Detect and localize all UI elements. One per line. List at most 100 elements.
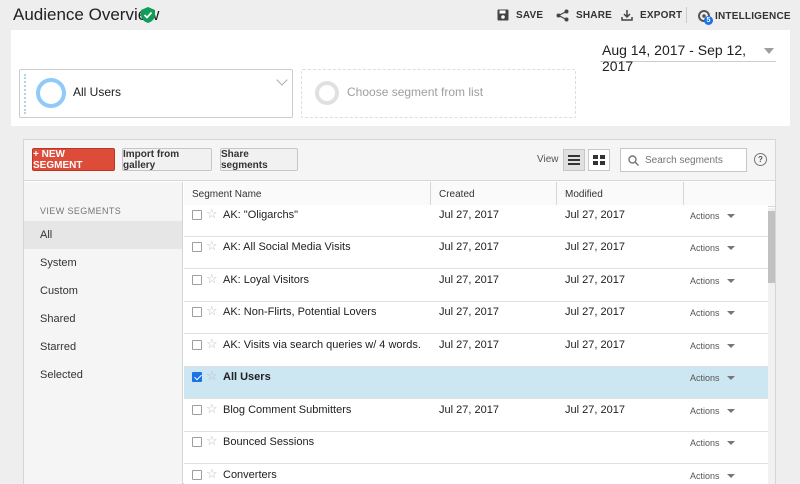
actions-label: Actions [690, 406, 720, 416]
column-header-created[interactable]: Created [439, 189, 475, 200]
list-view-button[interactable] [563, 149, 585, 171]
sidebar-item-all[interactable]: All [24, 221, 182, 249]
share-button[interactable]: SHARE [556, 9, 612, 22]
scrollbar-thumb[interactable] [768, 211, 775, 283]
actions-dropdown[interactable]: Actions [690, 276, 735, 286]
save-icon [497, 9, 509, 21]
date-range-picker[interactable]: Aug 14, 2017 - Sep 12, 2017 [600, 40, 776, 74]
segment-table: Segment Name Created Modified ☆ AK: "Olig… [184, 182, 775, 484]
row-checkbox[interactable] [192, 437, 202, 447]
segment-name[interactable]: AK: Non-Flirts, Potential Lovers [223, 306, 376, 318]
share-icon [556, 9, 569, 22]
table-row[interactable]: ☆ Converters Actions [184, 465, 768, 484]
table-scrollbar[interactable] [768, 208, 775, 484]
segment-name[interactable]: AK: Visits via search queries w/ 4 words… [223, 339, 421, 351]
segment-name[interactable]: Blog Comment Submitters [223, 404, 351, 416]
star-icon[interactable]: ☆ [206, 467, 218, 481]
export-button[interactable]: EXPORT [621, 9, 682, 21]
table-row[interactable]: ☆ AK: "Oligarchs" Jul 27, 2017 Jul 27, 2017… [184, 205, 768, 237]
segment-placeholder-label: Choose segment from list [347, 85, 484, 99]
row-checkbox[interactable] [192, 307, 202, 317]
actions-dropdown[interactable]: Actions [690, 373, 735, 383]
column-header-modified[interactable]: Modified [565, 189, 603, 200]
star-icon[interactable]: ☆ [206, 337, 218, 351]
segment-name[interactable]: AK: "Oligarchs" [223, 209, 298, 221]
row-checkbox[interactable] [192, 242, 202, 252]
grid-view-button[interactable] [588, 149, 610, 171]
row-checkbox[interactable] [192, 470, 202, 480]
star-icon[interactable]: ☆ [206, 207, 218, 221]
row-checkbox[interactable] [192, 372, 202, 382]
actions-dropdown[interactable]: Actions [690, 243, 735, 253]
sidebar-item-system[interactable]: System [24, 249, 182, 277]
new-segment-button[interactable]: + NEW SEGMENT [32, 148, 115, 171]
row-checkbox[interactable] [192, 340, 202, 350]
row-checkbox[interactable] [192, 405, 202, 415]
segment-name[interactable]: All Users [223, 371, 271, 383]
segment-name[interactable]: Converters [223, 469, 277, 481]
table-row[interactable]: ☆ AK: Loyal Visitors Jul 27, 2017 Jul 27, 2… [184, 270, 768, 302]
actions-dropdown[interactable]: Actions [690, 406, 735, 416]
star-icon[interactable]: ☆ [206, 434, 218, 448]
toolbar-divider [686, 7, 687, 23]
caret-down-icon [726, 474, 735, 478]
list-icon [568, 155, 580, 165]
sidebar-item-custom[interactable]: Custom [24, 277, 182, 305]
share-segments-button[interactable]: Share segments [220, 148, 298, 171]
segment-card-empty[interactable]: Choose segment from list [301, 69, 576, 118]
search-segments-input[interactable]: Search segments [620, 148, 747, 172]
star-icon[interactable]: ☆ [206, 272, 218, 286]
actions-label: Actions [690, 211, 720, 221]
star-icon[interactable]: ☆ [206, 369, 218, 383]
search-placeholder: Search segments [645, 155, 723, 166]
actions-dropdown[interactable]: Actions [690, 471, 735, 481]
star-icon[interactable]: ☆ [206, 304, 218, 318]
sidebar-item-shared[interactable]: Shared [24, 305, 182, 333]
actions-label: Actions [690, 276, 720, 286]
segment-ring-icon [36, 78, 66, 108]
sidebar-heading: VIEW SEGMENTS [40, 206, 122, 216]
modified-date: Jul 27, 2017 [565, 339, 625, 351]
segment-name[interactable]: Bounced Sessions [223, 436, 314, 448]
sidebar-item-selected[interactable]: Selected [24, 361, 182, 389]
actions-dropdown[interactable]: Actions [690, 438, 735, 448]
table-row[interactable]: ☆ All Users Actions [184, 367, 768, 399]
table-header: Segment Name Created Modified [184, 182, 775, 207]
created-date: Jul 27, 2017 [439, 404, 499, 416]
intelligence-button[interactable]: 5 INTELLIGENCE [697, 9, 791, 25]
table-row[interactable]: ☆ AK: Visits via search queries w/ 4 word… [184, 335, 768, 367]
help-icon[interactable]: ? [754, 153, 767, 166]
row-checkbox[interactable] [192, 275, 202, 285]
chevron-down-icon[interactable] [276, 74, 288, 86]
created-date: Jul 27, 2017 [439, 241, 499, 253]
export-label: EXPORT [640, 9, 683, 21]
star-icon[interactable]: ☆ [206, 402, 218, 416]
column-header-segment-name[interactable]: Segment Name [192, 189, 261, 200]
table-row[interactable]: ☆ AK: Non-Flirts, Potential Lovers Jul 27,… [184, 302, 768, 334]
save-label: SAVE [516, 9, 544, 21]
segment-card-label: All Users [73, 85, 122, 99]
empty-segment-ring-icon [315, 81, 339, 105]
caret-down-icon [726, 376, 735, 380]
import-from-gallery-button[interactable]: Import from gallery [122, 148, 212, 171]
table-row[interactable]: ☆ Blog Comment Submitters Jul 27, 2017 Jul … [184, 400, 768, 432]
actions-label: Actions [690, 373, 720, 383]
segment-filter-sidebar: VIEW SEGMENTS All System Custom Shared S… [24, 182, 183, 484]
star-icon[interactable]: ☆ [206, 239, 218, 253]
segment-name[interactable]: AK: All Social Media Visits [223, 241, 351, 253]
sidebar-item-starred[interactable]: Starred [24, 333, 182, 361]
segment-name[interactable]: AK: Loyal Visitors [223, 274, 309, 286]
verified-shield-icon [141, 7, 155, 23]
intelligence-icon: 5 [697, 9, 713, 25]
segment-card-all-users[interactable]: All Users [19, 69, 293, 118]
created-date: Jul 27, 2017 [439, 339, 499, 351]
actions-dropdown[interactable]: Actions [690, 211, 735, 221]
header-bar: Audience Overview SAVE SHARE EXPORT 5 IN… [0, 0, 800, 30]
share-label: SHARE [576, 10, 613, 21]
table-row[interactable]: ☆ Bounced Sessions Actions [184, 432, 768, 464]
save-button[interactable]: SAVE [497, 9, 543, 21]
actions-dropdown[interactable]: Actions [690, 341, 735, 351]
row-checkbox[interactable] [192, 210, 202, 220]
table-row[interactable]: ☆ AK: All Social Media Visits Jul 27, 2017… [184, 237, 768, 269]
actions-dropdown[interactable]: Actions [690, 308, 735, 318]
